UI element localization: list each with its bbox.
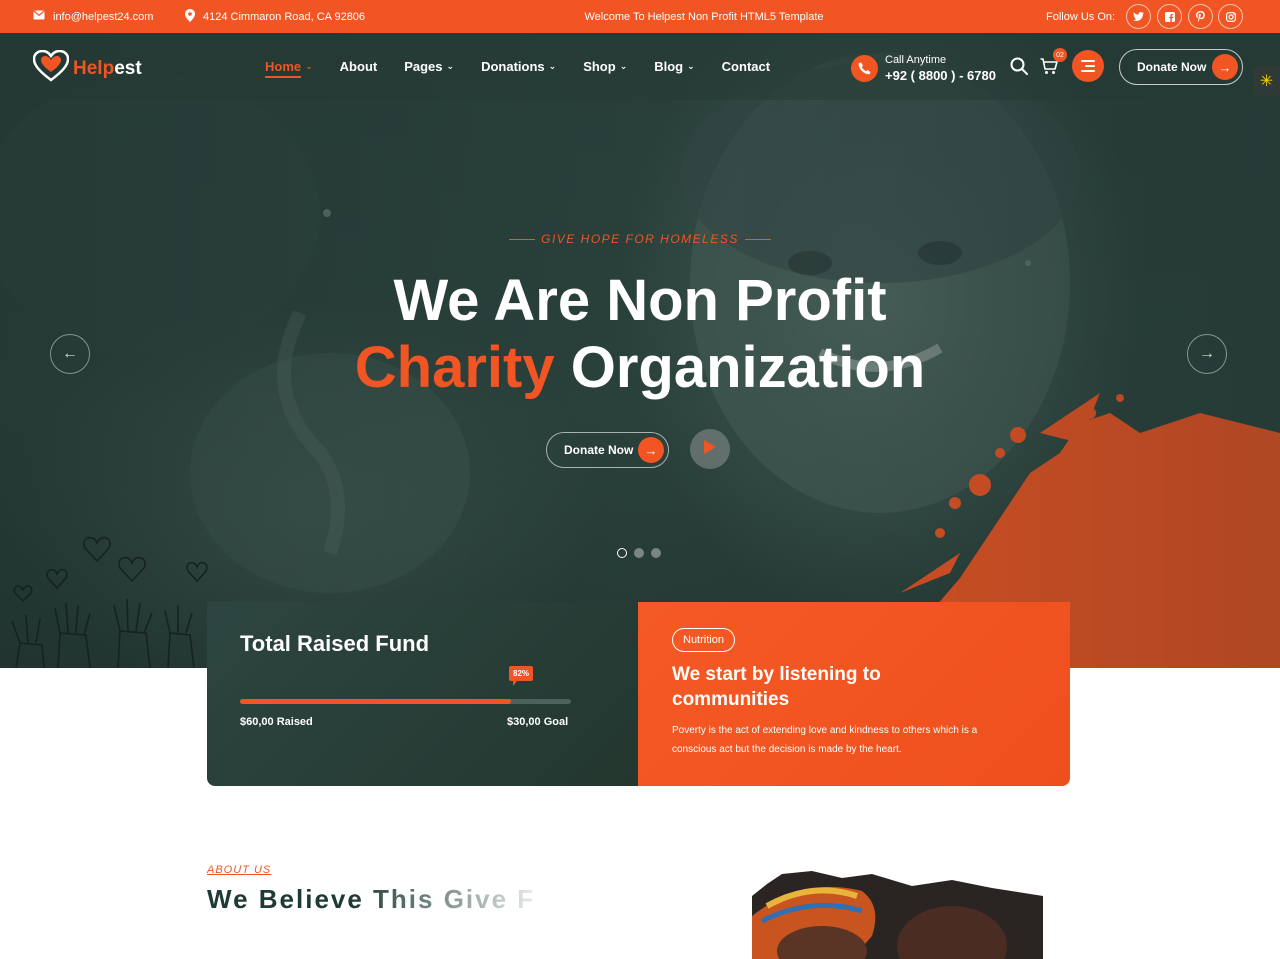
play-icon [703, 439, 717, 460]
nav-item-shop[interactable]: Shop ⌄ [583, 33, 627, 100]
play-video-button[interactable] [690, 429, 730, 469]
raised-amount: $60,00 Raised [240, 716, 313, 728]
arrow-right-icon: → [638, 437, 664, 463]
settings-widget-icon[interactable]: ✳ [1253, 66, 1280, 96]
phone-icon [851, 54, 878, 82]
fund-progress-bar [240, 699, 571, 704]
hero-title-line1: We Are Non Profit [393, 268, 887, 333]
tagline-line [509, 239, 536, 241]
pinterest-icon[interactable] [1188, 4, 1213, 29]
arrow-right-icon: → [1212, 54, 1238, 80]
tagline-line [744, 239, 771, 241]
call-anytime[interactable]: Call Anytime +92 ( 8800 ) - 6780 [851, 53, 996, 83]
cart-count-badge: 02 [1053, 48, 1067, 62]
story-title[interactable]: We start by listening to communities [672, 662, 992, 712]
follow-us-label: Follow Us On: [1046, 10, 1116, 23]
slider-dot[interactable] [651, 548, 661, 558]
arrow-left-icon: ← [62, 345, 78, 362]
facebook-icon[interactable] [1157, 4, 1182, 29]
phone-number: +92 ( 8800 ) - 6780 [885, 68, 996, 83]
nav-item-blog[interactable]: Blog ⌄ [654, 33, 694, 100]
fund-card-title: Total Raised Fund [240, 631, 430, 656]
slider-next-button[interactable]: → [1187, 334, 1227, 374]
brand-name: Helpest [73, 57, 142, 79]
heart-logo-icon [32, 49, 70, 87]
instagram-icon[interactable] [1218, 4, 1243, 29]
nav-item-donations[interactable]: Donations ⌄ [481, 33, 556, 100]
hamburger-line [1081, 60, 1095, 62]
hero-title-line2: Charity Organization [354, 335, 926, 400]
total-raised-card: Total Raised Fund 82% $60,00 Raised $30,… [207, 602, 638, 786]
call-text: Call Anytime +92 ( 8800 ) - 6780 [885, 53, 996, 83]
about-eyebrow: ABOUT US [207, 864, 272, 876]
progress-percent-badge: 82% [509, 666, 534, 686]
chevron-down-icon: ⌄ [687, 61, 695, 71]
fund-progress-fill [240, 699, 512, 704]
goal-amount: $30,00 Goal [507, 716, 569, 728]
twitter-icon[interactable] [1126, 4, 1151, 29]
header-donate-label: Donate Now [1137, 60, 1207, 74]
nav-item-pages[interactable]: Pages ⌄ [404, 33, 454, 100]
chevron-down-icon: ⌄ [305, 61, 313, 71]
arrow-right-icon: → [1199, 345, 1215, 362]
top-bar: info@helpest24.com 4124 Cimmaron Road, C… [0, 0, 1280, 33]
hamburger-line [1081, 70, 1095, 72]
nav-item-contact[interactable]: Contact [722, 33, 770, 100]
about-title: We Believe This Give F [207, 884, 536, 914]
hero-donate-label: Donate Now [564, 443, 634, 457]
slider-dot[interactable] [634, 548, 644, 558]
nutrition-card[interactable]: Nutrition We start by listening to commu… [638, 602, 1070, 786]
hamburger-line [1085, 65, 1095, 67]
header-donate-button[interactable]: Donate Now → [1119, 49, 1243, 85]
slider-dots [617, 548, 661, 558]
search-icon[interactable] [1008, 55, 1030, 77]
slider-dot[interactable] [617, 548, 627, 558]
about-image [712, 866, 1043, 959]
brand-logo[interactable]: Helpest [32, 49, 142, 87]
chevron-down-icon: ⌄ [548, 61, 557, 71]
story-text: Poverty is the act of extending love and… [672, 725, 978, 755]
slider-prev-button[interactable]: ← [50, 334, 90, 374]
menu-toggle-button[interactable] [1072, 50, 1104, 82]
hero-tagline: GIVE HOPE FOR HOMELESS [0, 232, 1280, 246]
chevron-down-icon: ⌄ [619, 61, 628, 71]
chevron-down-icon: ⌄ [446, 61, 455, 71]
category-badge[interactable]: Nutrition [672, 628, 735, 652]
nav-item-about[interactable]: About [340, 33, 378, 100]
call-label: Call Anytime [885, 54, 947, 66]
main-menu: Home ⌄ About Pages ⌄ Donations ⌄ Shop ⌄ Blog… [265, 33, 797, 100]
nav-item-home[interactable]: Home ⌄ [265, 33, 313, 100]
hero-donate-button[interactable]: Donate Now → [546, 432, 669, 468]
